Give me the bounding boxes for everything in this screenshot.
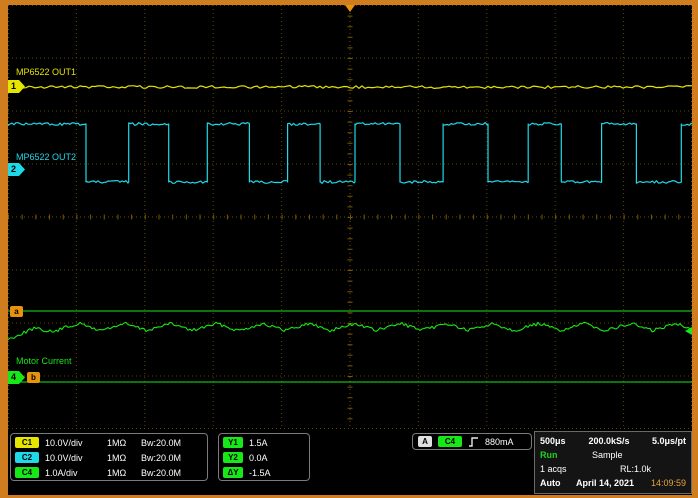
cursor-y1-value: 1.5A (249, 438, 268, 448)
trigger-system-badge[interactable]: A (418, 436, 432, 447)
acq-count: 1 acqs (540, 464, 620, 474)
ch4-impedance: 1MΩ (107, 468, 135, 478)
ch2-scale: 10.0V/div (45, 453, 101, 463)
trigger-source-badge[interactable]: C4 (438, 436, 462, 447)
waveform-display[interactable]: MP6522 OUT1 MP6522 OUT2 Motor Current 1 … (8, 5, 692, 429)
cursor-y2-badge[interactable]: Y2 (223, 452, 243, 463)
cursor-a-marker[interactable]: a (10, 306, 23, 317)
cursor-y2-value: 0.0A (249, 453, 268, 463)
ch4-badge[interactable]: C4 (15, 467, 39, 478)
trigger-level-marker[interactable] (685, 327, 692, 335)
cursor-y1-badge[interactable]: Y1 (223, 437, 243, 448)
cursor-b-marker[interactable]: b (27, 372, 40, 383)
horizontal-row: 500μs 200.0kS/s 5.0μs/pt (540, 434, 686, 448)
rising-slope-icon (468, 436, 479, 448)
cursor-dy-value: -1.5A (249, 468, 271, 478)
status-bar: C1 10.0V/div 1MΩ Bw:20.0M C2 10.0V/div 1… (8, 431, 692, 495)
trigger-mode: Auto (540, 478, 576, 488)
ch4-readout-row[interactable]: C4 1.0A/div 1MΩ Bw:20.0M (11, 465, 207, 480)
channel-readouts-box: C1 10.0V/div 1MΩ Bw:20.0M C2 10.0V/div 1… (10, 433, 208, 481)
ch2-readout-row[interactable]: C2 10.0V/div 1MΩ Bw:20.0M (11, 450, 207, 465)
record-length: RL:1.0k (620, 464, 651, 474)
cursor-dy-row[interactable]: ΔY -1.5A (219, 465, 309, 480)
sample-rate-value: 200.0kS/s (589, 436, 652, 446)
ch1-impedance: 1MΩ (107, 438, 135, 448)
datetime-row: Auto April 14, 2021 14:09:59 (540, 476, 686, 490)
ch2-impedance: 1MΩ (107, 453, 135, 463)
ch1-badge[interactable]: C1 (15, 437, 39, 448)
ch4-label: Motor Current (16, 356, 72, 366)
trigger-readout[interactable]: A C4 880mA (412, 433, 532, 450)
cursor-dy-badge[interactable]: ΔY (223, 467, 243, 478)
date-value: April 14, 2021 (576, 478, 634, 488)
cursor-y2-row[interactable]: Y2 0.0A (219, 450, 309, 465)
ch4-scale: 1.0A/div (45, 468, 101, 478)
ch1-scale: 10.0V/div (45, 438, 101, 448)
ch2-badge[interactable]: C2 (15, 452, 39, 463)
cursor-readouts-box: Y1 1.5A Y2 0.0A ΔY -1.5A (218, 433, 310, 481)
sample-period-value: 5.0μs/pt (652, 436, 686, 446)
acq-count-row: 1 acqs RL:1.0k (540, 462, 686, 476)
time-value: 14:09:59 (651, 478, 686, 488)
cursor-y1-row[interactable]: Y1 1.5A (219, 435, 309, 450)
ch1-bandwidth: Bw:20.0M (141, 438, 181, 448)
trigger-position-marker[interactable] (345, 5, 355, 12)
acq-mode: Sample (592, 450, 660, 460)
ch1-label: MP6522 OUT1 (16, 67, 76, 77)
ch4-bandwidth: Bw:20.0M (141, 468, 181, 478)
acq-state-row: Run Sample (540, 448, 686, 462)
ch2-label: MP6522 OUT2 (16, 152, 76, 162)
graticule-and-traces (8, 5, 692, 429)
oscilloscope-frame: MP6522 OUT1 MP6522 OUT2 Motor Current 1 … (0, 0, 698, 498)
acq-state: Run (540, 450, 592, 460)
horizontal-acquisition-box[interactable]: 500μs 200.0kS/s 5.0μs/pt Run Sample 1 ac… (534, 431, 692, 494)
timebase-value: 500μs (540, 436, 589, 446)
trigger-level-value: 880mA (485, 437, 514, 447)
ch2-bandwidth: Bw:20.0M (141, 453, 181, 463)
ch1-readout-row[interactable]: C1 10.0V/div 1MΩ Bw:20.0M (11, 435, 207, 450)
